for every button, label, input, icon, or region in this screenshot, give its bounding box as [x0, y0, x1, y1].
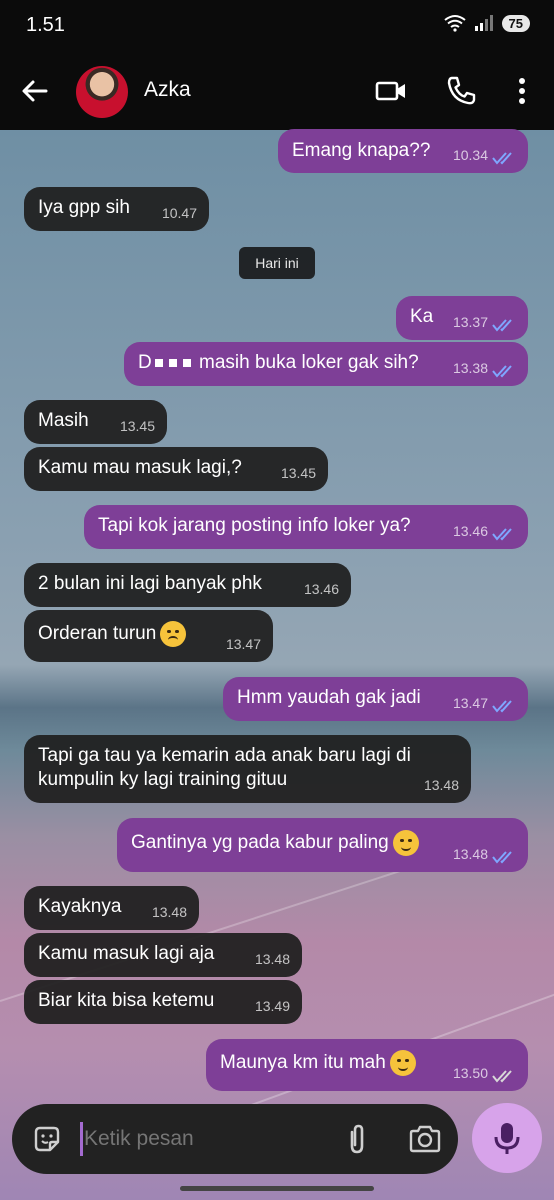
message-time: 13.48	[452, 846, 488, 862]
home-indicator	[180, 1186, 374, 1191]
message-time: 13.48	[151, 904, 187, 920]
message-composer[interactable]	[12, 1104, 458, 1174]
message-time: 10.47	[161, 205, 197, 221]
message-text: Biar kita bisa ketemu	[38, 990, 215, 1011]
message-time: 13.45	[280, 465, 316, 481]
camera-icon[interactable]	[408, 1124, 442, 1154]
contact-name[interactable]: Azka	[144, 78, 191, 102]
message-incoming[interactable]: Orderan turun 13.47	[24, 610, 273, 662]
message-text: Iya gpp sih	[38, 197, 130, 218]
text-cursor	[80, 1122, 83, 1156]
more-options-icon[interactable]	[505, 74, 539, 108]
message-text: Masih	[38, 410, 89, 431]
read-receipt-icon	[492, 365, 512, 378]
message-outgoing[interactable]: Tapi kok jarang posting info loker ya? 1…	[84, 505, 528, 549]
read-receipt-icon	[492, 319, 512, 332]
attachment-icon[interactable]	[342, 1122, 372, 1156]
message-text: Ka	[410, 306, 434, 327]
message-text: Kamu masuk lagi aja	[38, 943, 215, 964]
message-outgoing[interactable]: Emang knapa?? 10.34	[278, 129, 528, 173]
message-text: Maunya km itu mah	[220, 1052, 386, 1074]
message-outgoing[interactable]: D masih buka loker gak sih? 13.38	[124, 342, 528, 386]
message-outgoing[interactable]: Gantinya yg pada kabur paling 13.48	[117, 818, 528, 872]
message-time: 13.48	[423, 777, 459, 793]
battery-level: 75	[501, 14, 530, 32]
signal-icon	[474, 15, 493, 31]
message-text: Kayaknya	[38, 896, 122, 917]
delivered-receipt-icon	[492, 1070, 512, 1083]
redaction-mark	[154, 358, 163, 367]
status-bar: 1.51 75	[0, 0, 554, 54]
read-receipt-icon	[492, 528, 512, 541]
message-text: Tapi kok jarang posting info loker ya?	[98, 515, 411, 536]
message-text: Hmm yaudah gak jadi	[237, 687, 421, 708]
message-text: Emang knapa??	[292, 140, 431, 161]
message-outgoing[interactable]: Hmm yaudah gak jadi 13.47	[223, 677, 528, 721]
message-time: 13.38	[452, 360, 488, 376]
phone-call-icon[interactable]	[444, 74, 478, 108]
message-time: 13.46	[452, 523, 488, 539]
read-receipt-icon	[492, 851, 512, 864]
message-incoming[interactable]: Iya gpp sih 10.47	[24, 187, 209, 231]
status-time: 1.51	[26, 14, 65, 36]
message-outgoing[interactable]: Ka 13.37	[396, 296, 528, 340]
message-text: Gantinya yg pada kabur paling	[131, 832, 389, 854]
message-text-line: kumpulin ky lagi training gituu	[38, 769, 288, 790]
video-call-icon[interactable]	[374, 74, 408, 108]
message-time: 13.37	[452, 314, 488, 330]
message-incoming[interactable]: Biar kita bisa ketemu 13.49	[24, 980, 302, 1024]
read-receipt-icon	[492, 152, 512, 165]
message-text: 2 bulan ini lagi banyak phk	[38, 573, 262, 594]
message-time: 13.47	[452, 695, 488, 711]
message-text: Kamu mau masuk lagi,?	[38, 457, 242, 478]
message-incoming[interactable]: Kamu masuk lagi aja 13.48	[24, 933, 302, 977]
sticker-icon[interactable]	[32, 1124, 62, 1154]
date-divider: Hari ini	[239, 247, 315, 279]
message-input[interactable]	[84, 1127, 324, 1151]
message-time: 10.34	[452, 147, 488, 163]
contact-avatar[interactable]	[76, 66, 128, 118]
message-text: Orderan turun	[38, 623, 157, 645]
back-arrow-icon[interactable]	[18, 74, 52, 108]
message-incoming[interactable]: Tapi ga tau ya kemarin ada anak baru lag…	[24, 735, 471, 803]
message-incoming[interactable]: Kamu mau masuk lagi,? 13.45	[24, 447, 328, 491]
message-incoming[interactable]: 2 bulan ini lagi banyak phk 13.46	[24, 563, 351, 607]
message-time: 13.49	[254, 998, 290, 1014]
message-time: 13.47	[225, 636, 261, 652]
sad-face-icon	[160, 621, 187, 647]
redaction-mark	[182, 358, 191, 367]
microphone-icon	[494, 1123, 520, 1154]
voice-record-button[interactable]	[472, 1103, 542, 1173]
message-time: 13.45	[119, 418, 155, 434]
relieved-face-icon	[389, 1050, 416, 1076]
message-incoming[interactable]: Masih 13.45	[24, 400, 167, 444]
message-text: masih buka loker gak sih?	[199, 352, 419, 373]
message-time: 13.48	[254, 951, 290, 967]
message-outgoing[interactable]: Maunya km itu mah 13.50	[206, 1039, 528, 1091]
read-receipt-icon	[492, 700, 512, 713]
relieved-face-icon	[392, 830, 419, 856]
message-time: 13.46	[303, 581, 339, 597]
chat-header: Azka	[0, 54, 554, 130]
redaction-mark	[168, 358, 177, 367]
wifi-icon	[443, 15, 466, 32]
message-incoming[interactable]: Kayaknya 13.48	[24, 886, 199, 930]
message-text-prefix: D	[138, 352, 152, 373]
message-text-line: Tapi ga tau ya kemarin ada anak baru lag…	[38, 745, 411, 766]
message-time: 13.50	[452, 1065, 488, 1081]
